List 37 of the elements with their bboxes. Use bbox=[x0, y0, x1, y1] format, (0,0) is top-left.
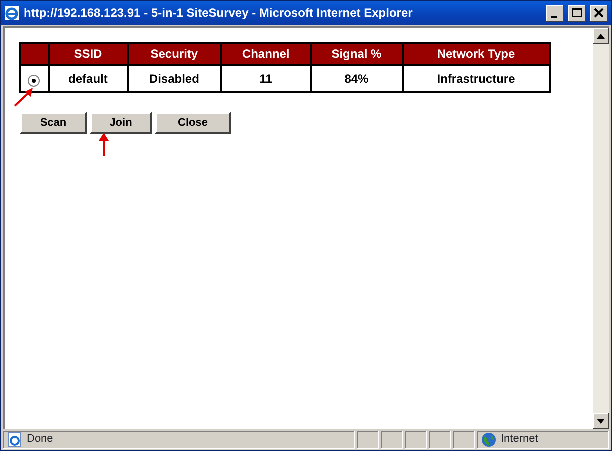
globe-icon bbox=[481, 432, 497, 448]
maximize-button[interactable] bbox=[568, 4, 586, 22]
radio-button[interactable] bbox=[28, 74, 40, 86]
scroll-down-button[interactable] bbox=[593, 413, 609, 429]
page-icon bbox=[7, 432, 23, 448]
close-button[interactable] bbox=[590, 4, 608, 22]
status-pane bbox=[429, 430, 451, 448]
action-button[interactable]: Scan bbox=[20, 112, 87, 134]
browser-icon bbox=[4, 5, 20, 21]
action-button[interactable]: Close bbox=[155, 112, 231, 134]
maximize-icon bbox=[571, 7, 583, 19]
window-title: http://192.168.123.91 - 5-in-1 SiteSurvey - Microsoft Internet Explorer bbox=[24, 5, 414, 22]
table-cell: Disabled bbox=[128, 65, 222, 92]
zone-text: Internet bbox=[501, 432, 538, 448]
minimize-button[interactable] bbox=[546, 4, 564, 22]
column-header: SSID bbox=[48, 43, 128, 65]
arrow-icon bbox=[13, 85, 35, 107]
status-text: Done bbox=[27, 432, 54, 448]
arrow-icon bbox=[99, 133, 109, 156]
status-pane bbox=[381, 430, 403, 448]
column-header: Network Type bbox=[402, 43, 550, 65]
table-cell: default bbox=[48, 65, 128, 92]
status-pane bbox=[357, 430, 379, 448]
column-header: Security bbox=[128, 43, 222, 65]
status-pane bbox=[405, 430, 427, 448]
down-arrow-icon bbox=[597, 418, 605, 424]
scroll-up-button[interactable] bbox=[593, 28, 609, 44]
table-cell: Infrastructure bbox=[402, 65, 550, 92]
column-header: Signal % bbox=[310, 43, 402, 65]
table-cell: 84% bbox=[310, 65, 402, 92]
action-button[interactable]: Join bbox=[90, 112, 152, 134]
column-header: Channel bbox=[221, 43, 311, 65]
minimize-icon bbox=[550, 16, 556, 18]
close-icon bbox=[593, 7, 605, 19]
up-arrow-icon bbox=[597, 34, 605, 38]
status-pane bbox=[453, 430, 475, 448]
table-cell: 11 bbox=[221, 65, 311, 92]
